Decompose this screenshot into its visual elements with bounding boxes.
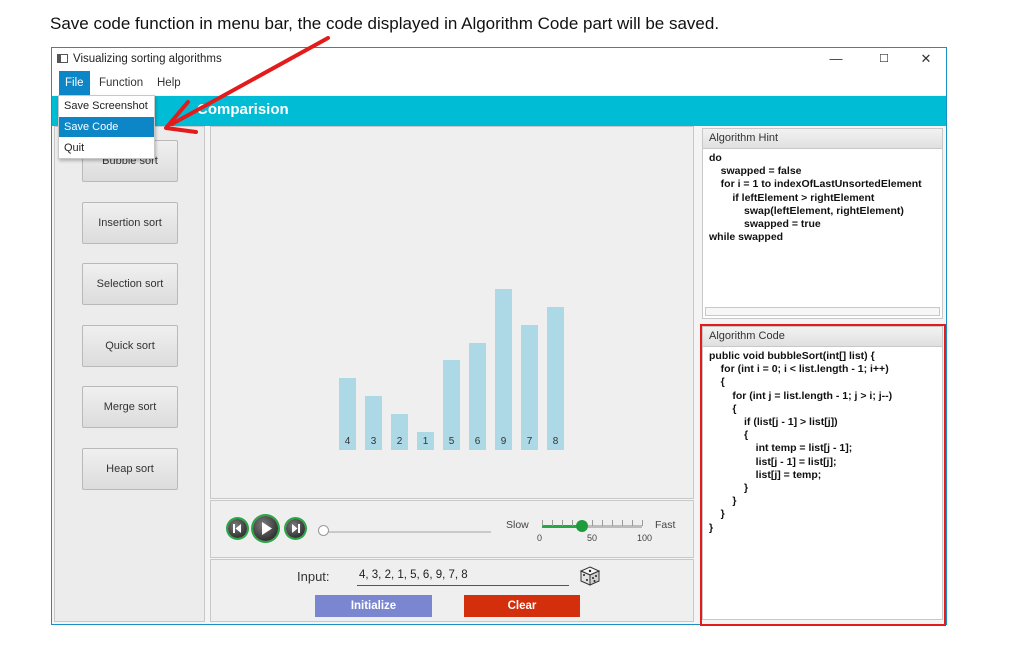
hint-horizontal-scrollbar[interactable] bbox=[705, 307, 940, 316]
speed-slow-label: Slow bbox=[506, 519, 529, 531]
speed-tick bbox=[592, 520, 593, 526]
bar-value-label: 3 bbox=[370, 436, 377, 447]
hint-header: Algorithm Hint bbox=[703, 129, 942, 149]
instruction-caption: Save code function in menu bar, the code… bbox=[50, 14, 720, 33]
close-button[interactable]: ✕ bbox=[905, 48, 947, 71]
hint-pseudocode: do swapped = false for i = 1 to indexOfL… bbox=[709, 152, 922, 244]
speed-tick-label: 50 bbox=[587, 533, 598, 543]
selection-sort-button[interactable]: Selection sort bbox=[82, 263, 178, 305]
banner-title: Comparision bbox=[197, 101, 289, 118]
title-banner: Comparision bbox=[52, 96, 946, 126]
insertion-sort-button[interactable]: Insertion sort bbox=[82, 202, 178, 244]
speed-tick bbox=[612, 520, 613, 526]
input-row: Input: Initialize Clear bbox=[210, 559, 694, 622]
heap-sort-button[interactable]: Heap sort bbox=[82, 448, 178, 490]
bar-value-label: 7 bbox=[526, 436, 533, 447]
progress-slider-thumb[interactable] bbox=[318, 525, 329, 536]
speed-slider[interactable]: 0 50 100 bbox=[537, 520, 652, 543]
initialize-button[interactable]: Initialize bbox=[315, 595, 432, 617]
speed-fast-label: Fast bbox=[655, 519, 676, 531]
menu-file[interactable]: File bbox=[59, 71, 90, 95]
skip-back-icon[interactable] bbox=[228, 519, 247, 538]
array-input[interactable] bbox=[357, 564, 569, 586]
bar-value-label: 2 bbox=[396, 436, 403, 447]
merge-sort-button[interactable]: Merge sort bbox=[82, 386, 178, 428]
speed-tick bbox=[602, 520, 603, 526]
speed-tick bbox=[552, 520, 553, 526]
value-bar bbox=[547, 307, 564, 450]
code-panel-annotation-box bbox=[700, 324, 946, 626]
speed-tick-label: 100 bbox=[637, 533, 653, 543]
input-label: Input: bbox=[297, 569, 330, 584]
app-window: Visualizing sorting algorithms — ☐ ✕ Fil… bbox=[51, 47, 947, 626]
window-title: Visualizing sorting algorithms bbox=[73, 53, 222, 65]
value-bar bbox=[469, 343, 486, 450]
play-icon[interactable] bbox=[253, 516, 278, 541]
visualization-area: 4 3 2 1 5 6 9 7 8 bbox=[210, 126, 694, 499]
menu-function[interactable]: Function bbox=[93, 71, 149, 95]
bar-value-label: 6 bbox=[474, 436, 481, 447]
speed-tick bbox=[542, 520, 543, 526]
app-icon bbox=[57, 54, 68, 63]
menu-save-code[interactable]: Save Code bbox=[59, 117, 154, 137]
menu-help[interactable]: Help bbox=[151, 71, 187, 95]
speed-tick bbox=[572, 520, 573, 526]
skip-forward-icon[interactable] bbox=[286, 519, 305, 538]
speed-tick-label: 0 bbox=[537, 533, 543, 543]
maximize-button[interactable]: ☐ bbox=[863, 48, 905, 71]
minimize-button[interactable]: — bbox=[815, 48, 857, 71]
speed-tick bbox=[622, 520, 623, 526]
speed-tick bbox=[562, 520, 563, 526]
progress-slider-track[interactable] bbox=[320, 531, 491, 533]
playback-controls: Slow 0 50 100 Fast bbox=[210, 500, 694, 558]
speed-tick bbox=[632, 520, 633, 526]
menu-quit[interactable]: Quit bbox=[59, 138, 154, 158]
algorithm-sidebar: Bubble sort Insertion sort Selection sor… bbox=[54, 126, 205, 622]
bar-value-label: 4 bbox=[344, 436, 351, 447]
quick-sort-button[interactable]: Quick sort bbox=[82, 325, 178, 367]
value-bar bbox=[495, 289, 512, 450]
bar-value-label: 5 bbox=[448, 436, 455, 447]
clear-button[interactable]: Clear bbox=[464, 595, 580, 617]
algorithm-hint-panel: Algorithm Hint do swapped = false for i … bbox=[702, 128, 943, 319]
dice-icon[interactable] bbox=[579, 565, 601, 587]
value-bar bbox=[521, 325, 538, 450]
bar-value-label: 9 bbox=[500, 436, 507, 447]
bar-value-label: 1 bbox=[422, 436, 429, 447]
speed-slider-thumb[interactable] bbox=[576, 520, 588, 532]
title-bar: Visualizing sorting algorithms — ☐ ✕ bbox=[52, 48, 946, 71]
speed-tick bbox=[642, 520, 643, 526]
menu-save-screenshot[interactable]: Save Screenshot bbox=[59, 96, 154, 116]
menu-bar: File Function Help bbox=[52, 71, 946, 95]
bar-value-label: 8 bbox=[552, 436, 559, 447]
file-menu-dropdown: Save Screenshot Save Code Quit bbox=[58, 95, 155, 159]
